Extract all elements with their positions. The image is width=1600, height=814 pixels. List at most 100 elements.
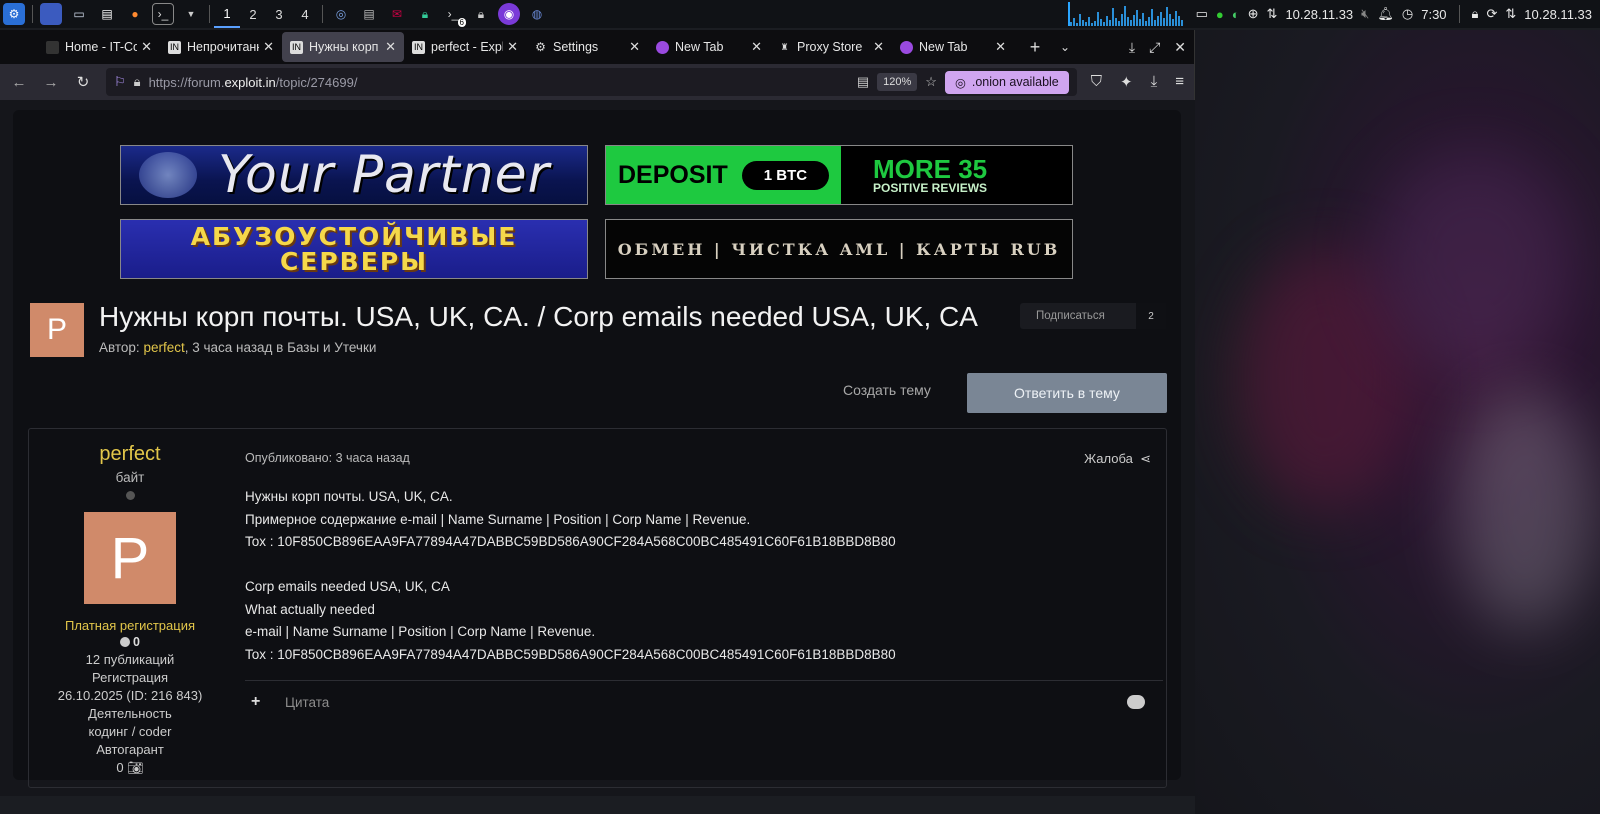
- network-icon-2[interactable]: ⇅: [1505, 6, 1516, 22]
- banner-your-partner[interactable]: Your Partner: [120, 145, 588, 205]
- update-icon[interactable]: ◐: [1232, 7, 1240, 22]
- app-menu-icon[interactable]: ⚙: [3, 3, 25, 25]
- tab-corp-emails[interactable]: IN Нужны корп п ✕: [282, 32, 404, 62]
- vpn-lock-icon[interactable]: ⊕: [1248, 6, 1259, 22]
- banner-servers[interactable]: АБУЗОУСТОЙЧИВЫЕ СЕРВЕРЫ: [120, 219, 588, 279]
- close-icon[interactable]: ✕: [751, 39, 762, 55]
- gear-icon: ⚙: [535, 40, 546, 54]
- terminal-window-icon[interactable]: ›_ 6: [442, 3, 466, 27]
- mail-window-icon[interactable]: ✉: [386, 3, 408, 25]
- tab-new-tab-1[interactable]: New Tab ✕: [648, 32, 770, 62]
- tab-label: Settings: [553, 40, 599, 54]
- network-graph: [1067, 2, 1188, 26]
- reload-button[interactable]: ↻: [74, 73, 92, 91]
- report-link[interactable]: Жалоба ⋖: [1084, 451, 1151, 467]
- wallpaper-blob: [1455, 390, 1595, 630]
- tab-home-it-con[interactable]: Home - IT-Con ✕: [38, 32, 160, 62]
- terminal-icon[interactable]: ›_: [152, 3, 174, 25]
- tab-label: perfect - Explo: [431, 40, 503, 54]
- author-avatar-small[interactable]: P: [30, 303, 84, 357]
- firefox-icon[interactable]: ●: [124, 3, 146, 25]
- banner-deposit-btc[interactable]: DEPOSIT 1 BTC MORE 35 POSITIVE REVIEWS: [605, 145, 1073, 205]
- toolbar-icons: ⛉ ✦ ⤓ ≡: [1091, 73, 1184, 91]
- network-icon[interactable]: ⇅: [1267, 6, 1278, 22]
- download-icon[interactable]: ⤓: [1129, 39, 1135, 56]
- browser-window-icon[interactable]: ◎: [330, 3, 352, 25]
- ip-address-right: 10.28.11.33: [1524, 6, 1592, 22]
- multiquote-plus-icon[interactable]: +: [251, 693, 260, 711]
- close-icon[interactable]: ✕: [995, 39, 1006, 55]
- reply-topic-button[interactable]: Ответить в тему: [967, 373, 1167, 413]
- system-taskbar: ⚙ ▭ ▤ ● ›_ ▼ 1 2 3 4 ◎ ▤ ✉ 🔒︎ ›_ 6 🔒︎ ◉ ◍…: [0, 0, 1600, 28]
- workspace-2[interactable]: 2: [240, 0, 266, 28]
- lock-window-icon[interactable]: 🔒︎: [470, 3, 492, 25]
- tracking-protection-icon[interactable]: ⚐: [114, 74, 126, 90]
- author-link[interactable]: perfect: [143, 340, 184, 355]
- share-icon[interactable]: ⋖: [1140, 451, 1151, 466]
- url-text[interactable]: https://forum.exploit.in/topic/274699/: [149, 75, 849, 90]
- banner-exchange[interactable]: ОБМЕН | ЧИСТКА AML | КАРТЫ RUB: [605, 219, 1073, 279]
- close-icon[interactable]: ✕: [263, 39, 274, 55]
- bookmark-star-icon[interactable]: ☆: [925, 74, 937, 90]
- network-window-icon[interactable]: ◍: [526, 3, 548, 25]
- close-icon[interactable]: ✕: [141, 39, 152, 55]
- avatar[interactable]: P: [84, 512, 176, 604]
- new-tab-button[interactable]: +: [1024, 37, 1046, 58]
- onion-available-button[interactable]: ◎ .onion available: [944, 70, 1069, 94]
- refresh-icon[interactable]: ⟳: [1486, 6, 1497, 22]
- lock-screen-icon[interactable]: 🔒︎: [1472, 6, 1479, 22]
- reputation-value: 0: [133, 635, 140, 649]
- forward-button[interactable]: →: [42, 74, 60, 91]
- ip-address-left: 10.28.11.33: [1285, 6, 1354, 22]
- list-all-tabs-button[interactable]: ⌄: [1060, 40, 1070, 54]
- mute-icon[interactable]: 🔇︎: [1361, 6, 1369, 22]
- lock-icon[interactable]: 🔒︎: [134, 74, 141, 90]
- quote-button[interactable]: Цитата: [285, 695, 329, 710]
- menu-icon[interactable]: ≡: [1175, 73, 1184, 91]
- downloads-icon[interactable]: ⤓: [1151, 73, 1158, 91]
- onion-icon: ◎: [954, 75, 966, 90]
- banner-text: АБУЗОУСТОЙЧИВЫЕ СЕРВЕРЫ: [191, 224, 518, 274]
- close-icon[interactable]: ✕: [385, 39, 396, 55]
- divider: [245, 680, 1163, 681]
- tab-perfect-exploit[interactable]: IN perfect - Explo ✕: [404, 32, 526, 62]
- tab-unread[interactable]: IN Непрочитанно ✕: [160, 32, 282, 62]
- clock-time[interactable]: 7:30: [1421, 7, 1446, 22]
- tab-new-tab-2[interactable]: New Tab ✕: [892, 32, 1014, 62]
- back-button[interactable]: ←: [10, 74, 28, 91]
- follow-count: 2: [1136, 303, 1166, 329]
- create-topic-button[interactable]: Создать тему: [843, 382, 931, 398]
- screen-icon[interactable]: ▭: [1196, 6, 1208, 22]
- close-icon[interactable]: ✕: [507, 39, 518, 55]
- banner-text: ОБМЕН | ЧИСТКА AML | КАРТЫ RUB: [617, 239, 1061, 259]
- workspace-3[interactable]: 3: [266, 0, 292, 28]
- file-manager-icon[interactable]: ▭: [68, 3, 90, 25]
- tab-proxy-store[interactable]: ♜ Proxy Store ✕: [770, 32, 892, 62]
- document-window-icon[interactable]: ▤: [358, 3, 380, 25]
- desktop-icon[interactable]: [40, 3, 62, 25]
- reaction-icon[interactable]: [1127, 695, 1145, 709]
- post-author-name[interactable]: perfect: [29, 443, 231, 466]
- close-window-icon[interactable]: ✕: [1174, 39, 1186, 56]
- tab-settings[interactable]: ⚙ Settings ✕: [526, 32, 648, 62]
- chevron-down-icon[interactable]: ▼: [180, 3, 202, 25]
- url-bar[interactable]: ⚐ 🔒︎ https://forum.exploit.in/topic/2746…: [106, 68, 1077, 96]
- extensions-icon[interactable]: ✦: [1120, 73, 1133, 91]
- shield-icon[interactable]: ⛉: [1091, 73, 1102, 91]
- follow-button[interactable]: Подписаться 2: [1020, 303, 1166, 329]
- close-icon[interactable]: ✕: [629, 39, 640, 55]
- workspace-1[interactable]: 1: [214, 0, 240, 28]
- notification-bell-icon[interactable]: 🔔︎: [1377, 6, 1394, 22]
- text-editor-icon[interactable]: ▤: [96, 3, 118, 25]
- terminal-badge: 6: [457, 18, 466, 27]
- tor-window-icon[interactable]: ◉: [498, 3, 520, 25]
- vpn-window-icon[interactable]: 🔒︎: [414, 3, 436, 25]
- online-status-icon: [125, 491, 135, 500]
- meta-prefix: Автор:: [99, 340, 144, 355]
- tab-label: New Tab: [919, 40, 968, 54]
- maximize-icon[interactable]: ⤢: [1149, 39, 1160, 56]
- zoom-level-button[interactable]: 120%: [877, 73, 918, 91]
- close-icon[interactable]: ✕: [873, 39, 884, 55]
- workspace-4[interactable]: 4: [292, 0, 318, 28]
- reader-view-icon[interactable]: ▤: [857, 74, 869, 90]
